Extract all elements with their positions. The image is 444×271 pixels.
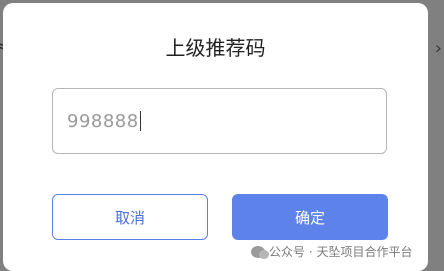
watermark-text: 公众号 · 天坠项目合作平台: [269, 245, 413, 259]
dialog-title: 上级推荐码: [165, 36, 266, 60]
confirm-button[interactable]: 确定: [232, 194, 388, 240]
cancel-button[interactable]: 取消: [52, 194, 208, 240]
referral-code-input[interactable]: 998888: [52, 88, 387, 154]
referral-code-dialog: 上级推荐码 998888 取消 确定: [3, 3, 428, 271]
watermark: 公众号 · 天坠项目合作平台: [251, 243, 412, 260]
wechat-icon: [251, 245, 269, 259]
text-caret: [139, 111, 141, 131]
chevron-right-icon: ›: [434, 38, 442, 59]
referral-code-value: 998888: [67, 110, 139, 132]
